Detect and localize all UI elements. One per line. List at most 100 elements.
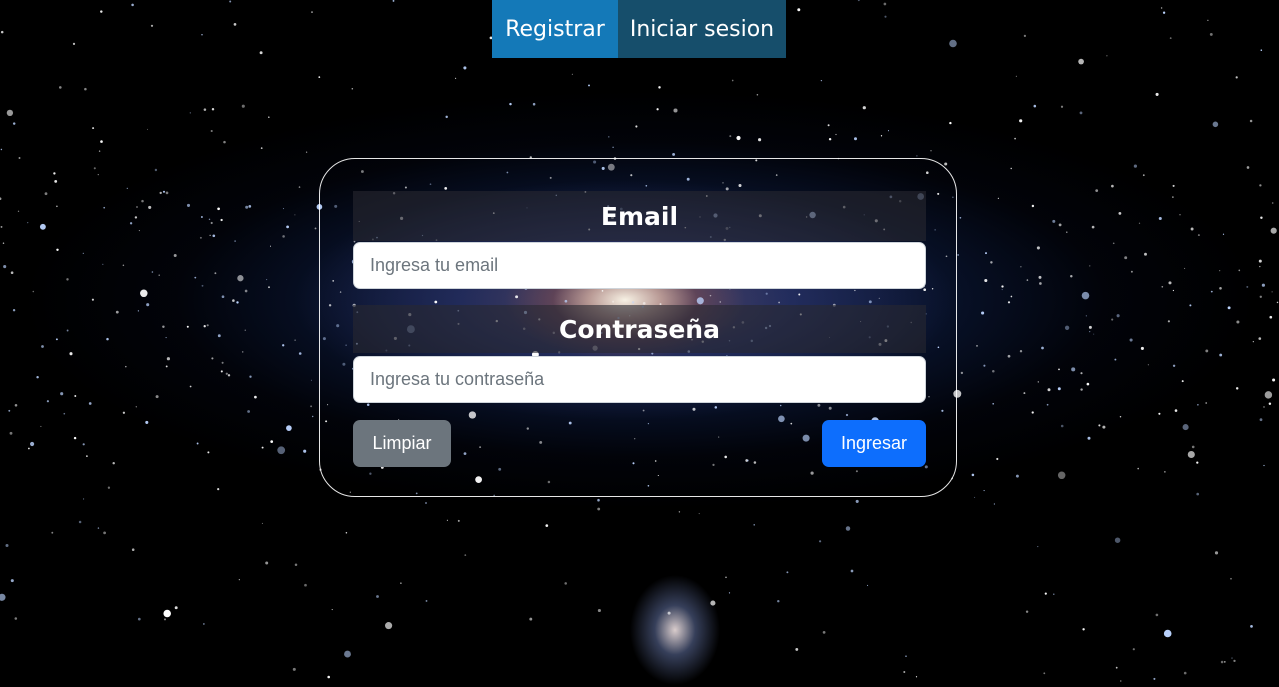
star bbox=[957, 254, 959, 256]
star bbox=[1106, 55, 1108, 57]
star bbox=[949, 39, 957, 48]
star bbox=[835, 133, 837, 136]
star bbox=[103, 206, 106, 209]
star bbox=[2, 242, 5, 244]
star bbox=[249, 375, 252, 378]
star bbox=[1001, 289, 1003, 291]
password-field[interactable] bbox=[353, 356, 926, 403]
star bbox=[234, 240, 236, 242]
star bbox=[103, 531, 106, 535]
star bbox=[880, 135, 883, 137]
tab-login[interactable]: Iniciar sesion bbox=[618, 0, 786, 58]
star bbox=[1058, 223, 1062, 227]
star bbox=[151, 271, 154, 273]
star bbox=[268, 286, 270, 289]
star bbox=[102, 263, 104, 266]
star bbox=[84, 87, 87, 91]
star bbox=[194, 276, 197, 279]
star bbox=[260, 147, 263, 149]
star bbox=[318, 76, 321, 78]
star bbox=[1263, 464, 1265, 467]
star bbox=[115, 310, 119, 314]
star bbox=[1181, 380, 1184, 383]
star bbox=[658, 86, 661, 89]
star bbox=[1172, 196, 1174, 198]
star bbox=[1089, 265, 1091, 267]
star bbox=[1220, 660, 1224, 664]
email-field[interactable] bbox=[353, 242, 926, 289]
star bbox=[83, 498, 85, 500]
star bbox=[54, 179, 58, 183]
star bbox=[189, 112, 191, 114]
star bbox=[464, 554, 467, 556]
star bbox=[200, 216, 203, 218]
star bbox=[1269, 315, 1273, 319]
star bbox=[146, 303, 150, 307]
star bbox=[455, 77, 457, 79]
star bbox=[217, 207, 220, 211]
star bbox=[53, 172, 56, 175]
submit-button[interactable]: Ingresar bbox=[822, 420, 926, 467]
star bbox=[344, 650, 351, 658]
star bbox=[245, 205, 249, 209]
star bbox=[92, 127, 95, 130]
star bbox=[282, 344, 285, 347]
star bbox=[208, 218, 211, 221]
star bbox=[828, 137, 832, 141]
star bbox=[44, 192, 48, 196]
star bbox=[217, 334, 221, 338]
star bbox=[1020, 266, 1022, 268]
star bbox=[992, 402, 995, 405]
star bbox=[1246, 285, 1249, 288]
star bbox=[220, 370, 223, 373]
star bbox=[1120, 680, 1122, 682]
star bbox=[1007, 301, 1011, 304]
star bbox=[1252, 341, 1254, 343]
star bbox=[983, 490, 985, 492]
star bbox=[268, 116, 270, 118]
star bbox=[1142, 174, 1145, 177]
star bbox=[845, 526, 851, 531]
star bbox=[944, 162, 948, 166]
star bbox=[1196, 461, 1199, 464]
star bbox=[385, 622, 393, 630]
star bbox=[1249, 119, 1253, 123]
star bbox=[186, 325, 189, 328]
star bbox=[1071, 367, 1076, 372]
star bbox=[1044, 592, 1047, 595]
star bbox=[100, 10, 103, 13]
star bbox=[1205, 402, 1208, 404]
star bbox=[1238, 269, 1241, 272]
star bbox=[1235, 76, 1238, 79]
star bbox=[203, 108, 207, 111]
star bbox=[984, 278, 988, 283]
star bbox=[736, 135, 741, 141]
star bbox=[210, 221, 213, 225]
star bbox=[1271, 291, 1273, 293]
star bbox=[1167, 320, 1170, 323]
star bbox=[209, 234, 211, 236]
star bbox=[32, 290, 35, 293]
star bbox=[345, 531, 348, 534]
star bbox=[1207, 19, 1209, 21]
star bbox=[1089, 331, 1091, 333]
star bbox=[212, 234, 216, 238]
tab-register[interactable]: Registrar bbox=[492, 0, 618, 58]
star bbox=[1112, 242, 1115, 245]
star bbox=[1031, 204, 1035, 208]
star bbox=[1031, 411, 1034, 414]
star bbox=[9, 431, 13, 435]
star bbox=[165, 365, 168, 368]
star bbox=[1190, 227, 1194, 231]
star bbox=[30, 441, 35, 447]
star bbox=[1001, 285, 1004, 288]
star bbox=[1026, 279, 1029, 281]
star bbox=[98, 150, 101, 152]
star bbox=[1189, 304, 1192, 307]
star bbox=[69, 352, 73, 356]
star bbox=[1172, 364, 1176, 367]
star bbox=[1219, 270, 1221, 272]
star bbox=[509, 102, 512, 106]
clear-button[interactable]: Limpiar bbox=[353, 420, 451, 467]
star bbox=[981, 311, 985, 315]
